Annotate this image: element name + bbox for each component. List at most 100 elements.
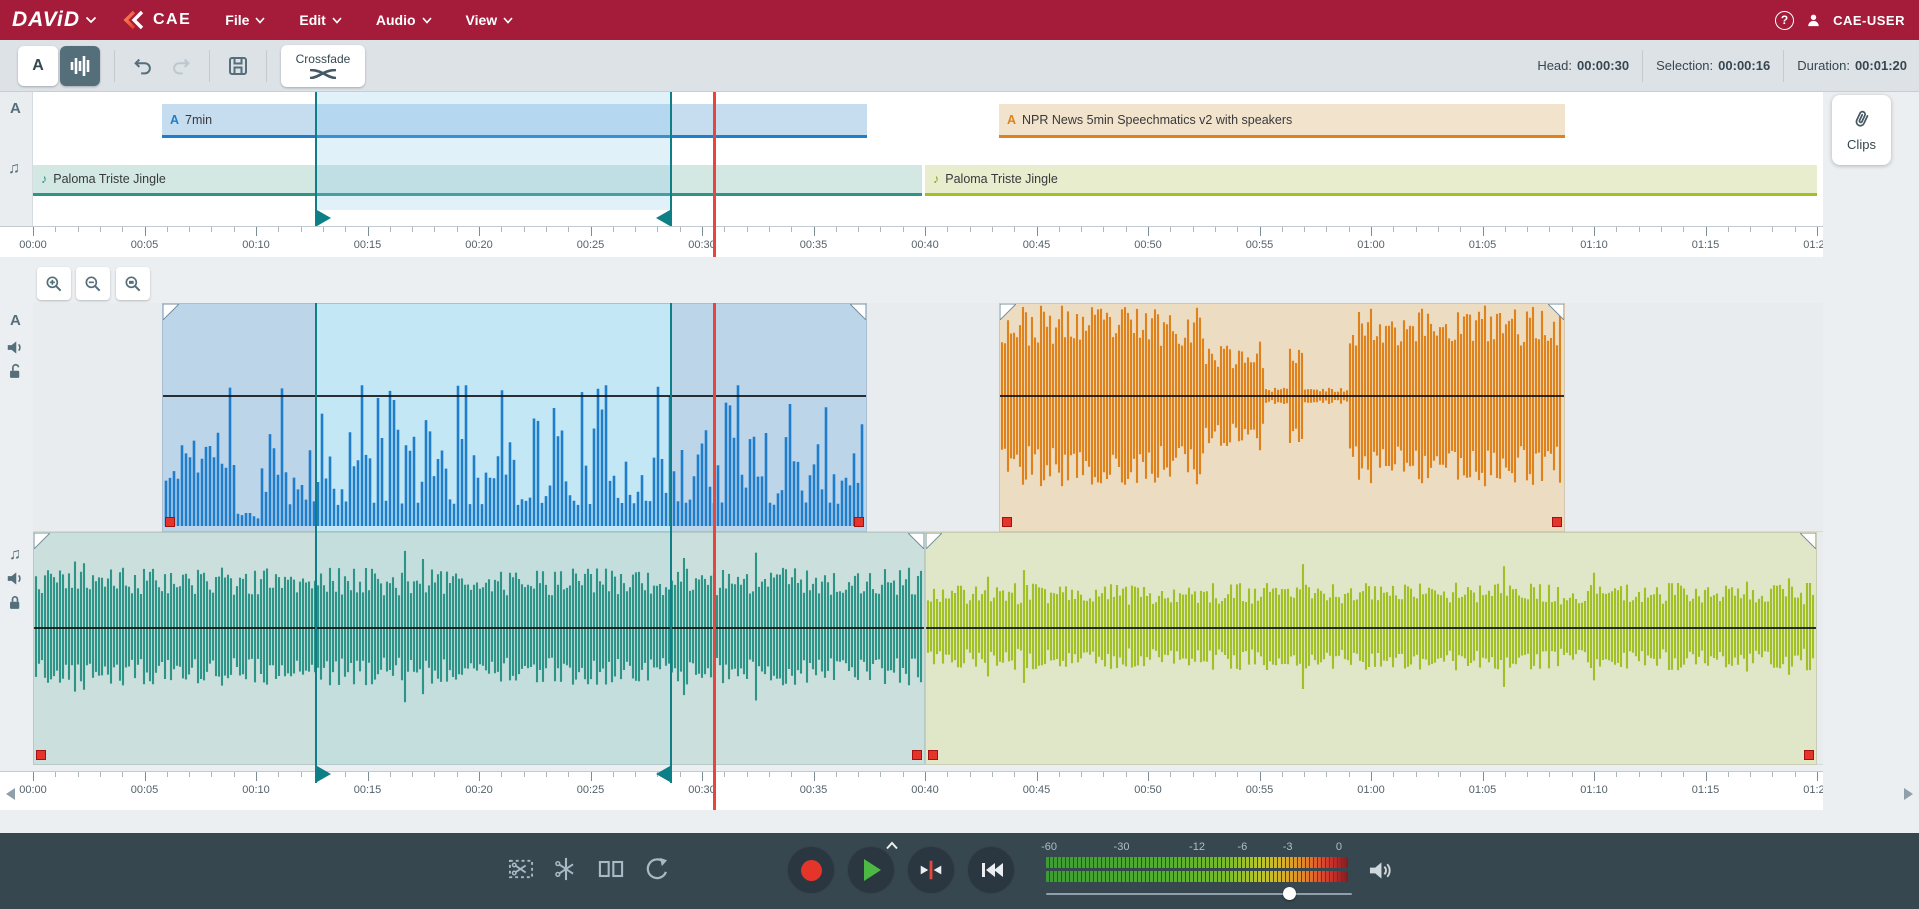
zoom-in-button[interactable]	[37, 267, 71, 300]
fade-in-handle[interactable]	[163, 304, 179, 320]
menu-view[interactable]: View	[466, 12, 514, 28]
selection-in-flag[interactable]	[317, 766, 331, 782]
cut-region-button[interactable]	[507, 855, 535, 888]
gain-line[interactable]	[163, 395, 866, 397]
tick-label: 00:50	[1134, 239, 1162, 251]
overview-timeline-ruler[interactable]: 00:0000:0500:1000:1500:2000:2500:3000:35…	[0, 226, 1823, 257]
split-clip-button[interactable]	[597, 855, 625, 888]
music-note-icon[interactable]: ♫	[9, 546, 21, 564]
david-logo-menu[interactable]: DAViD	[0, 8, 97, 32]
lock-icon[interactable]	[7, 594, 23, 611]
playhead[interactable]	[713, 303, 716, 810]
menu-file[interactable]: File	[225, 12, 265, 28]
fade-in-handle[interactable]	[926, 533, 942, 549]
revert-button[interactable]	[642, 855, 670, 888]
fade-anchor[interactable]	[1002, 517, 1012, 527]
save-button[interactable]	[224, 52, 252, 80]
zoom-fit-button[interactable]	[116, 267, 150, 300]
redo-button[interactable]	[167, 52, 195, 80]
fade-anchor[interactable]	[1552, 517, 1562, 527]
minor-tick	[434, 227, 435, 232]
fade-in-handle[interactable]	[34, 533, 50, 549]
overview-playhead[interactable]	[713, 92, 716, 257]
overview-clip-jingle-1[interactable]: ♪ Paloma Triste Jingle	[33, 165, 922, 196]
text-view-button[interactable]: A	[18, 46, 58, 86]
tick-label: 00:40	[911, 239, 939, 251]
scroll-right-arrow[interactable]	[1903, 787, 1915, 801]
minor-tick	[1460, 772, 1461, 777]
minor-tick	[412, 227, 413, 232]
help-button[interactable]: ?	[1775, 11, 1794, 30]
gain-line[interactable]	[1000, 395, 1564, 397]
zoom-out-button[interactable]	[76, 267, 110, 300]
fade-anchor[interactable]	[36, 750, 46, 760]
go-to-playhead-button[interactable]	[907, 846, 955, 894]
minor-tick	[390, 772, 391, 777]
clip-jingle-1[interactable]	[33, 532, 925, 765]
fade-out-handle[interactable]	[850, 304, 866, 320]
gain-line[interactable]	[926, 627, 1816, 629]
toolbar-separator	[266, 50, 267, 82]
speaker-icon[interactable]	[6, 570, 25, 587]
fade-anchor[interactable]	[928, 750, 938, 760]
overview-clip-7min[interactable]: A 7min	[162, 104, 867, 138]
minor-tick	[1014, 227, 1015, 232]
tick-label: 00:25	[577, 239, 605, 251]
fade-out-handle[interactable]	[908, 533, 924, 549]
minor-tick	[1683, 227, 1684, 232]
fade-out-handle[interactable]	[1548, 304, 1564, 320]
clip-label: NPR News 5min Speechmatics v2 with speak…	[1022, 113, 1292, 127]
unlock-icon[interactable]	[7, 363, 23, 380]
selection-out-flag[interactable]	[656, 766, 670, 782]
waveform	[163, 304, 866, 531]
speaker-icon[interactable]	[6, 339, 25, 356]
selection-in-marker[interactable]	[315, 92, 317, 226]
overview-clip-npr-news[interactable]: A NPR News 5min Speechmatics v2 with spe…	[999, 104, 1565, 138]
user-menu[interactable]: CAE-USER	[1833, 13, 1905, 28]
skip-to-start-button[interactable]	[967, 846, 1015, 894]
minor-tick	[1772, 772, 1773, 777]
minor-tick	[1170, 227, 1171, 232]
clip-npr-news[interactable]	[999, 303, 1565, 532]
minor-tick	[501, 772, 502, 777]
clip-7min[interactable]	[162, 303, 867, 532]
crossfade-button[interactable]: Crossfade	[281, 45, 365, 87]
fade-anchor[interactable]	[1804, 750, 1814, 760]
expand-caret-icon[interactable]	[885, 841, 899, 850]
minor-tick	[903, 772, 904, 777]
overview-clip-jingle-2[interactable]: ♪ Paloma Triste Jingle	[925, 165, 1817, 196]
minor-tick	[1215, 227, 1216, 232]
fade-in-handle[interactable]	[1000, 304, 1016, 320]
track-a-header[interactable]: A	[10, 312, 21, 329]
volume-slider[interactable]	[1046, 893, 1352, 895]
clip-jingle-2[interactable]	[925, 532, 1817, 765]
scroll-left-arrow[interactable]	[4, 787, 16, 801]
undo-button[interactable]	[129, 52, 157, 80]
menu-audio[interactable]: Audio	[376, 12, 432, 28]
volume-slider-handle[interactable]	[1283, 887, 1296, 900]
minor-tick	[858, 227, 859, 232]
selection-out-marker[interactable]	[670, 303, 672, 783]
fade-out-handle[interactable]	[1800, 533, 1816, 549]
record-button[interactable]	[787, 846, 835, 894]
waveform-view-button[interactable]	[60, 46, 100, 86]
selection-in-marker[interactable]	[315, 303, 317, 783]
selection-in-flag[interactable]	[317, 210, 331, 226]
clips-panel-button[interactable]: Clips	[1832, 95, 1891, 165]
main-timeline-ruler[interactable]: 00:0000:0500:1000:1500:2000:2500:3000:35…	[0, 771, 1823, 810]
major-tick	[1817, 772, 1818, 781]
selection-out-marker[interactable]	[670, 92, 672, 226]
curved-arrow-icon	[642, 855, 670, 883]
major-tick	[1371, 772, 1372, 781]
selection-out-flag[interactable]	[656, 210, 670, 226]
minor-tick	[1460, 227, 1461, 232]
fade-anchor[interactable]	[912, 750, 922, 760]
gain-line[interactable]	[34, 627, 924, 629]
major-tick	[702, 772, 703, 781]
cut-at-cursor-button[interactable]	[552, 855, 580, 888]
menu-edit[interactable]: Edit	[299, 12, 341, 28]
fade-anchor[interactable]	[854, 517, 864, 527]
fade-anchor[interactable]	[165, 517, 175, 527]
monitor-speaker-icon[interactable]	[1368, 859, 1393, 882]
play-button[interactable]	[847, 846, 895, 894]
